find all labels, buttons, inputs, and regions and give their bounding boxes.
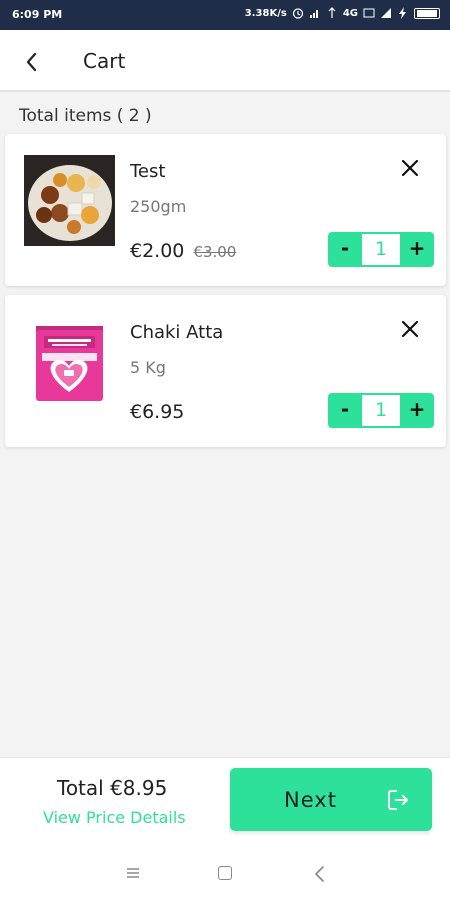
logout-arrow-icon xyxy=(388,790,408,810)
home-square-icon[interactable] xyxy=(218,866,232,880)
back-button[interactable] xyxy=(18,48,46,76)
signal-icon xyxy=(381,8,391,18)
quantity-stepper: - 1 + xyxy=(328,232,434,267)
status-time: 6:09 PM xyxy=(12,8,63,21)
alarm-icon xyxy=(292,8,303,19)
product-name: Test xyxy=(130,161,166,182)
status-icons: 3.38K/s 4G xyxy=(245,7,440,19)
product-image xyxy=(24,155,115,246)
signal-icon xyxy=(309,10,318,18)
next-button[interactable]: Next xyxy=(230,768,432,831)
back-triangle-icon[interactable] xyxy=(313,865,325,883)
cart-total: Total €8.95 xyxy=(57,776,168,800)
app-header: Cart xyxy=(0,30,450,92)
product-price: €2.00 xyxy=(130,240,185,262)
volte-icon xyxy=(363,8,375,18)
decrease-quantity-button[interactable]: - xyxy=(328,232,362,267)
cart-item-card: Test 250gm €2.00 €3.00 - 1 + xyxy=(5,134,446,286)
close-icon xyxy=(401,320,419,338)
price-row: €2.00 €3.00 xyxy=(130,240,236,262)
network-speed: 3.38K/s xyxy=(244,7,287,19)
product-image xyxy=(24,316,115,407)
product-price: €6.95 xyxy=(130,401,185,423)
checkout-bar: Total €8.95 View Price Details Next xyxy=(0,757,450,849)
remove-item-button[interactable] xyxy=(398,156,422,180)
next-button-label: Next xyxy=(284,788,337,812)
price-row: €6.95 xyxy=(130,401,184,423)
network-type: 4G xyxy=(342,7,358,19)
cart-item-card: Chaki Atta 5 Kg €6.95 - 1 + xyxy=(5,295,446,447)
product-name: Chaki Atta xyxy=(130,322,224,343)
status-bar: 6:09 PM 3.38K/s 4G xyxy=(0,0,450,30)
menu-icon[interactable] xyxy=(126,866,140,880)
total-items-label: Total items ( 2 ) xyxy=(19,106,152,126)
page-title: Cart xyxy=(83,49,126,73)
quantity-stepper: - 1 + xyxy=(328,393,434,428)
product-weight: 250gm xyxy=(130,197,187,216)
decrease-quantity-button[interactable]: - xyxy=(328,393,362,428)
product-old-price: €3.00 xyxy=(193,243,237,261)
quantity-value: 1 xyxy=(362,395,400,426)
system-nav-bar xyxy=(0,849,450,900)
quantity-value: 1 xyxy=(362,234,400,265)
product-weight: 5 Kg xyxy=(130,358,166,377)
close-icon xyxy=(401,159,419,177)
charging-icon xyxy=(399,7,406,19)
wifi-signal-icon xyxy=(328,7,336,18)
increase-quantity-button[interactable]: + xyxy=(400,393,434,428)
battery-icon xyxy=(414,7,440,19)
remove-item-button[interactable] xyxy=(398,317,422,341)
view-price-details-link[interactable]: View Price Details xyxy=(43,808,186,827)
chevron-left-icon xyxy=(26,52,37,72)
increase-quantity-button[interactable]: + xyxy=(400,232,434,267)
